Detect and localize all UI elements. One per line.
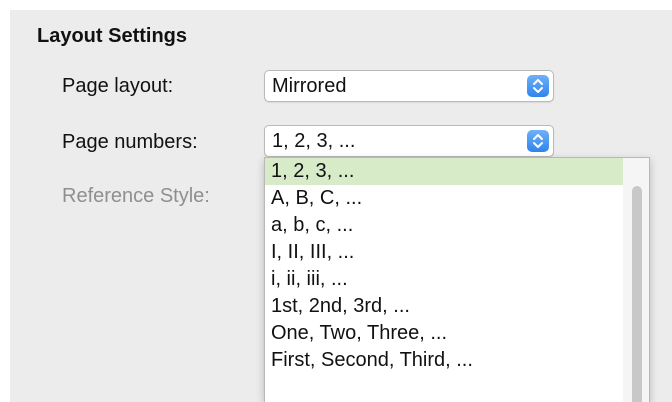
dropdown-option-roman-upper[interactable]: I, II, III, ... <box>265 239 623 266</box>
dropdown-option-roman-lower[interactable]: i, ii, iii, ... <box>265 266 623 293</box>
dropdown-option-ordinal-words[interactable]: First, Second, Third, ... <box>265 347 623 374</box>
page-layout-select[interactable]: Mirrored <box>264 70 554 102</box>
page-numbers-dropdown-list[interactable]: 1, 2, 3, ... A, B, C, ... a, b, c, ... I… <box>264 157 650 402</box>
section-title: Layout Settings <box>37 25 188 47</box>
dropdown-option-1-2-3[interactable]: 1, 2, 3, ... <box>265 158 623 185</box>
page-numbers-value: 1, 2, 3, ... <box>272 130 356 152</box>
page-numbers-stepper-icon[interactable] <box>527 130 549 152</box>
dropdown-scrollbar-thumb[interactable] <box>632 186 642 402</box>
page-layout-label: Page layout: <box>62 75 174 97</box>
dropdown-option-ordinal-numbers[interactable]: 1st, 2nd, 3rd, ... <box>265 293 623 320</box>
dropdown-option-a-b-c-lower[interactable]: a, b, c, ... <box>265 212 623 239</box>
reference-style-label: Reference Style: <box>62 185 210 207</box>
page-numbers-select[interactable]: 1, 2, 3, ... <box>264 125 554 157</box>
page-layout-value: Mirrored <box>272 75 347 97</box>
dropdown-option-cardinal-words[interactable]: One, Two, Three, ... <box>265 320 623 347</box>
page-layout-stepper-icon[interactable] <box>527 75 549 97</box>
page-numbers-label: Page numbers: <box>62 131 198 153</box>
dropdown-option-a-b-c-upper[interactable]: A, B, C, ... <box>265 185 623 212</box>
